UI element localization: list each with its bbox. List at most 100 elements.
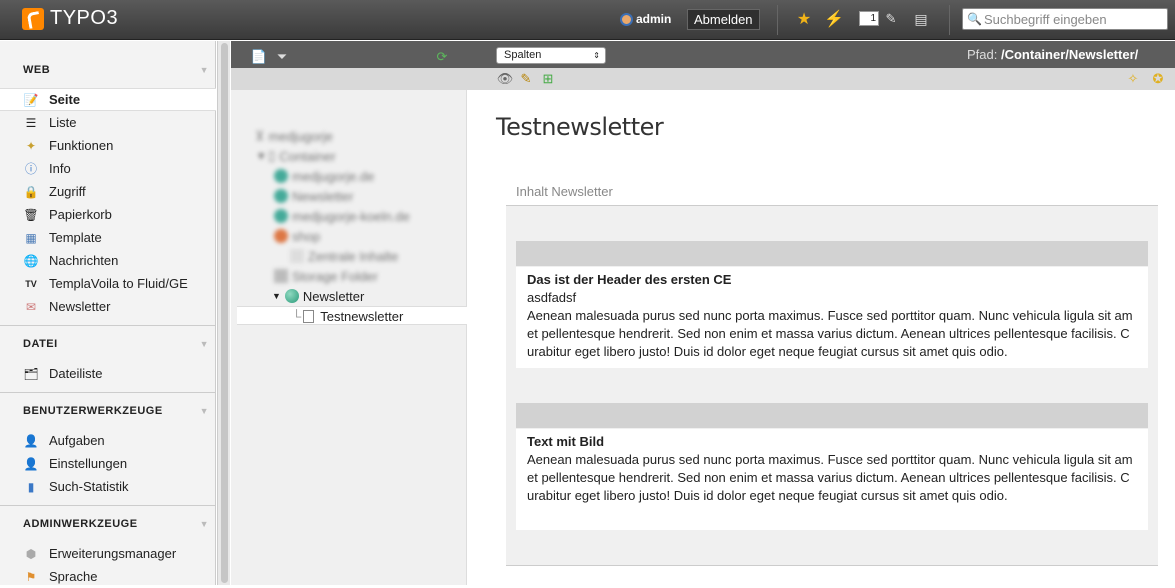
- news-icon: 🌐: [23, 253, 39, 268]
- menu-item-seite[interactable]: 📝 Seite: [0, 88, 216, 111]
- open-docs-icon[interactable]: ▤: [912, 10, 930, 28]
- tree-node-container[interactable]: ▾ ▯ Container: [258, 146, 336, 166]
- workspace-count[interactable]: 1: [859, 11, 879, 26]
- refresh-icon[interactable]: ⟳: [434, 49, 450, 65]
- menu-item-info[interactable]: ⓘ Info: [0, 157, 216, 180]
- logo-text: TYPO3: [50, 7, 119, 29]
- tree-node[interactable]: medjugorje-koeln.de: [274, 206, 410, 226]
- lock-icon: 🔒: [23, 184, 39, 199]
- tree-node[interactable]: medjugorje.de: [274, 166, 374, 186]
- doc-header: 📄 ⏷ ⟳ Pfad: /Container/Newsletter/: [231, 41, 1175, 68]
- tree-node[interactable]: Storage Folder: [274, 266, 378, 286]
- stats-icon: ▮: [27, 479, 35, 494]
- filter-icon[interactable]: ⏷: [274, 49, 290, 65]
- module-menu-scrollbar[interactable]: [217, 41, 230, 585]
- tree-expand-icon[interactable]: ▼: [272, 291, 281, 301]
- bookmark-star-icon[interactable]: ★: [795, 10, 813, 28]
- group-title-datei[interactable]: DATEI ▼: [0, 330, 216, 358]
- menu-item-papierkorb[interactable]: 🗑 Papierkorb: [0, 203, 216, 226]
- view-page-icon[interactable]: 👁: [497, 71, 514, 87]
- ce-header: Das ist der Header des ersten CE: [527, 272, 732, 287]
- menu-item-liste[interactable]: ☰ Liste: [0, 111, 216, 134]
- user-icon: [620, 12, 633, 26]
- menu-item-zugriff[interactable]: 🔒 Zugriff: [0, 180, 216, 203]
- group-title-web[interactable]: WEB ▼: [0, 56, 216, 84]
- settings-icon: 👤: [23, 456, 39, 471]
- menu-item-funktionen[interactable]: ✦ Funktionen: [0, 134, 216, 157]
- menu-item-templavoila[interactable]: TV TemplaVoila to Fluid/GE: [0, 272, 216, 295]
- toolbar-divider: [949, 5, 950, 35]
- tree-node[interactable]: Zentrale Inhalte: [290, 246, 398, 266]
- username: admin: [636, 12, 672, 26]
- user-menu[interactable]: admin: [620, 12, 671, 26]
- content-element[interactable]: Text mit Bild Aenean malesuada purus sed…: [516, 429, 1148, 530]
- menu-item-einstellungen[interactable]: 👤 Einstellungen: [0, 452, 216, 475]
- menu-item-newsletter[interactable]: ✉ Newsletter: [0, 295, 216, 318]
- group-benutzerwerkzeuge-items: 👤 Aufgaben 👤 Einstellungen ▮ Such-Statistik: [0, 429, 216, 498]
- edit-page-icon[interactable]: ✎: [518, 71, 534, 87]
- workspace-icon[interactable]: ✎: [882, 10, 900, 28]
- page-icon: [303, 309, 315, 323]
- bookmark-add-icon[interactable]: ✪: [1150, 71, 1166, 87]
- ce-bodytext: Aenean malesuada purus sed nunc porta ma…: [527, 308, 1133, 359]
- new-page-icon[interactable]: 📄: [251, 49, 267, 65]
- group-title-benutzerwerkzeuge[interactable]: BENUTZERWERKZEUGE ▼: [0, 397, 216, 425]
- tree-node[interactable]: shop: [274, 226, 320, 246]
- content-element-header-bar[interactable]: [516, 241, 1148, 266]
- collapse-arrow-icon[interactable]: ▼: [200, 330, 209, 358]
- tree-node[interactable]: Newsletter: [274, 186, 353, 206]
- search-icon: 🔍: [967, 12, 982, 26]
- search-placeholder: Suchbegriff eingeben: [983, 11, 1107, 27]
- folder-globe-icon: [284, 289, 299, 303]
- menu-item-dateiliste[interactable]: 🗂 Dateiliste: [0, 362, 216, 385]
- filelist-icon: 🗂: [23, 366, 39, 381]
- collapse-arrow-icon[interactable]: ▼: [200, 397, 209, 425]
- tv-icon: TV: [25, 278, 37, 289]
- select-arrow-icon: ⇕: [593, 51, 600, 60]
- collapse-arrow-icon[interactable]: ▼: [200, 56, 209, 84]
- search-input[interactable]: 🔍 Suchbegriff eingeben: [962, 8, 1168, 30]
- newsletter-icon: ✉: [25, 299, 37, 314]
- topbar: TYPO3 admin Abmelden ★ ⚡ 1 ✎ ▤ 🔍 Suchbeg…: [0, 0, 1175, 40]
- menu-item-such-statistik[interactable]: ▮ Such-Statistik: [0, 475, 216, 498]
- language-icon: ⚑: [25, 569, 37, 584]
- logout-button[interactable]: Abmelden: [687, 9, 760, 30]
- group-datei-items: 🗂 Dateiliste: [0, 362, 216, 385]
- clear-cache-bolt-icon[interactable]: ⚡: [824, 10, 844, 28]
- path-breadcrumb: Pfad: /Container/Newsletter/: [967, 47, 1139, 62]
- ce-bodytext: Aenean malesuada purus sed nunc porta ma…: [527, 452, 1133, 503]
- scrollbar-thumb[interactable]: [221, 43, 228, 583]
- new-content-icon[interactable]: ⊞: [540, 71, 556, 87]
- page-title: Testnewsletter: [496, 113, 664, 141]
- content-element[interactable]: Das ist der Header des ersten CE asdfads…: [516, 267, 1148, 368]
- group-divider: [0, 505, 216, 506]
- view-select[interactable]: Spalten ⇕: [496, 47, 606, 64]
- group-web: WEB ▼: [0, 56, 216, 84]
- menu-item-nachrichten[interactable]: 🌐 Nachrichten: [0, 249, 216, 272]
- group-adminwerkzeuge-items: ⬢ Erweiterungsmanager ⚑ Sprache: [0, 542, 216, 588]
- collapse-arrow-icon[interactable]: ▼: [200, 510, 209, 538]
- ce-header: Text mit Bild: [527, 434, 605, 449]
- section-header: Inhalt Newsletter: [506, 180, 1158, 206]
- page-edit-icon: 📝: [23, 92, 39, 107]
- info-icon: ⓘ: [24, 162, 37, 176]
- ce-subheader: asdfadsf: [527, 290, 577, 305]
- menu-item-erweiterungsmanager[interactable]: ⬢ Erweiterungsmanager: [0, 542, 216, 565]
- menu-item-template[interactable]: ▦ Template: [0, 226, 216, 249]
- menu-item-aufgaben[interactable]: 👤 Aufgaben: [0, 429, 216, 452]
- trash-icon: 🗑: [23, 207, 39, 222]
- typo3-logo-icon: [22, 7, 44, 30]
- doc-header-toolbar: 👁 ✎ ⊞ ✧ ✪: [231, 68, 1175, 90]
- template-icon: ▦: [25, 230, 37, 245]
- group-divider: [0, 392, 216, 393]
- group-benutzerwerkzeuge: BENUTZERWERKZEUGE ▼: [0, 397, 216, 425]
- content-element-header-bar[interactable]: [516, 403, 1148, 428]
- group-adminwerkzeuge: ADMINWERKZEUGE ▼: [0, 510, 216, 538]
- shortcut-icon[interactable]: ✧: [1125, 71, 1141, 87]
- tree-node-testnewsletter[interactable]: └ Testnewsletter: [292, 306, 403, 326]
- typo3-logo[interactable]: TYPO3: [22, 7, 118, 30]
- group-web-items: 📝 Seite ☰ Liste ✦ Funktionen ⓘ Info 🔒 Zugriff…: [0, 88, 216, 318]
- tree-node-newsletter[interactable]: ▼ Newsletter: [272, 286, 364, 306]
- group-title-adminwerkzeuge[interactable]: ADMINWERKZEUGE ▼: [0, 510, 216, 538]
- tree-root[interactable]: ⊻ medjugorje: [255, 126, 333, 146]
